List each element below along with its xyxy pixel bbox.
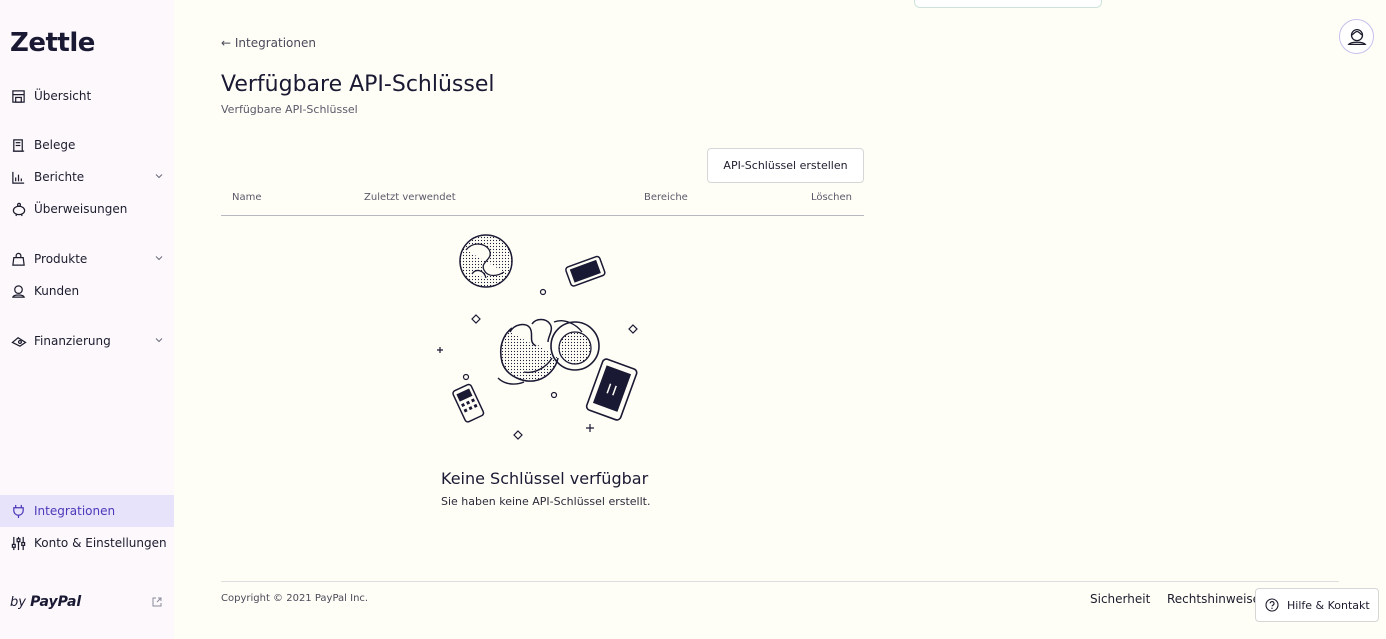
column-header-name[interactable]: Name <box>232 192 262 203</box>
sidebar-item-konto-einstellungen[interactable]: Konto & Einstellungen <box>0 527 174 559</box>
funding-icon <box>10 333 27 350</box>
back-link-integrationen[interactable]: ← Integrationen <box>221 36 316 50</box>
chart-icon <box>10 169 27 186</box>
plug-icon <box>10 503 27 520</box>
column-header-delete[interactable]: Löschen <box>811 192 852 203</box>
top-popup <box>914 0 1102 8</box>
page-title: Verfügbare API-Schlüssel <box>221 72 495 97</box>
chevron-down-icon[interactable] <box>154 171 164 181</box>
sidebar-item-berichte[interactable]: Berichte <box>0 161 174 193</box>
sidebar-item-kunden[interactable]: Kunden <box>0 275 174 307</box>
sidebar-item-label: Überweisungen <box>34 202 128 216</box>
sidebar-item-label: Integrationen <box>34 504 116 518</box>
sidebar-item-label: Finanzierung <box>34 334 111 348</box>
zettle-logo[interactable]: Zettle <box>10 28 95 58</box>
sidebar-item-uebersicht[interactable]: Übersicht <box>0 80 174 112</box>
external-link-icon[interactable] <box>151 596 163 608</box>
empty-state-title: Keine Schlüssel verfügbar <box>441 469 649 488</box>
customer-icon <box>1347 28 1366 45</box>
sidebar-item-label: Konto & Einstellungen <box>34 536 167 550</box>
sidebar-item-finanzierung[interactable]: Finanzierung <box>0 325 174 357</box>
footer-link-sicherheit[interactable]: Sicherheit <box>1090 592 1150 606</box>
empty-state-illustration <box>437 234 638 440</box>
page-subtitle: Verfügbare API-Schlüssel <box>221 103 358 116</box>
sidebar-item-label: Übersicht <box>34 89 92 103</box>
sidebar-item-ueberweisungen[interactable]: Überweisungen <box>0 193 174 225</box>
footer-divider <box>221 581 1339 582</box>
sidebar: Zettle Übersicht Belege Berichte Überwei… <box>0 0 174 639</box>
chevron-down-icon[interactable] <box>154 335 164 345</box>
copyright: Copyright © 2021 PayPal Inc. <box>221 593 369 604</box>
user-avatar[interactable] <box>1339 19 1374 54</box>
bag-icon <box>10 251 27 268</box>
sidebar-item-label: Produkte <box>34 252 88 266</box>
empty-state-message: Sie haben keine API-Schlüssel erstellt. <box>441 495 651 508</box>
store-icon <box>10 88 27 105</box>
help-contact-button[interactable]: Hilfe & Kontakt <box>1255 588 1379 622</box>
receipt-icon <box>10 137 27 154</box>
column-header-last-used[interactable]: Zuletzt verwendet <box>364 192 456 203</box>
sidebar-item-produkte[interactable]: Produkte <box>0 243 174 275</box>
help-contact-label: Hilfe & Kontakt <box>1287 598 1370 612</box>
sidebar-item-belege[interactable]: Belege <box>0 129 174 161</box>
sidebar-item-integrationen[interactable]: Integrationen <box>0 495 174 527</box>
sidebar-item-label: Berichte <box>34 170 85 184</box>
column-header-scopes[interactable]: Bereiche <box>644 192 688 203</box>
chevron-down-icon[interactable] <box>154 253 164 263</box>
sidebar-item-label: Kunden <box>34 284 80 298</box>
footer-link-rechtshinweise[interactable]: Rechtshinweise <box>1167 592 1260 606</box>
table-header: Name Zuletzt verwendet Bereiche Löschen <box>221 189 864 216</box>
sliders-icon <box>10 535 27 552</box>
question-icon <box>1265 598 1279 612</box>
piggy-bank-icon <box>10 201 27 218</box>
sidebar-item-label: Belege <box>34 138 76 152</box>
customer-icon <box>10 283 27 300</box>
create-api-key-button[interactable]: API-Schlüssel erstellen <box>707 148 864 183</box>
paypal-brand: by PayPal <box>10 594 82 610</box>
